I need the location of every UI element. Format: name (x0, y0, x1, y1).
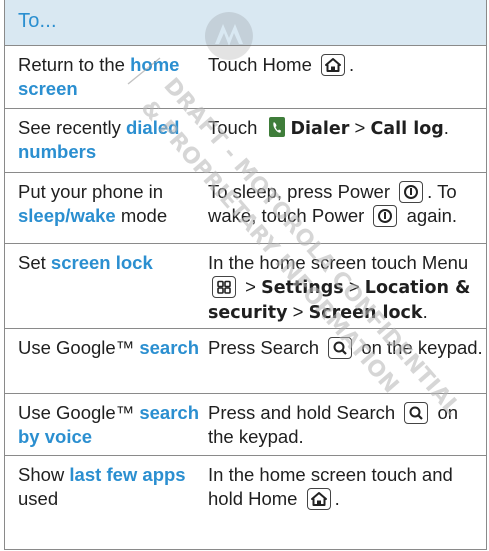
cell-text: . (443, 117, 449, 138)
feature-highlight: screen lock (50, 252, 153, 273)
cell-text: mode (115, 205, 168, 226)
instruction-cell: Press Search on the keypad. (208, 336, 484, 360)
power-key-icon (399, 181, 424, 203)
task-cell: Use Google™ search by voice (18, 401, 204, 449)
cell-text: Touch (208, 117, 263, 138)
instruction-cell: To sleep, press Power . To wake, touch P… (208, 180, 484, 228)
table-row: Return to the home screen Touch Home . (5, 45, 486, 109)
table-row: Set screen lock In the home screen touch … (5, 243, 486, 329)
task-cell: Put your phone in sleep/wake mode (18, 180, 204, 228)
cell-text: Show (18, 464, 70, 485)
cell-text: In the home screen touch Menu (208, 252, 469, 273)
table-row: Use Google™ search Press Search on the ke… (5, 328, 486, 394)
home-key-icon (306, 488, 331, 510)
cell-text: Press and hold Search (208, 402, 401, 423)
instruction-cell: Press and hold Search on the keypad. (208, 401, 484, 449)
menu-path-item: Call log (370, 119, 444, 139)
cell-text: Put your phone in (18, 181, 164, 202)
cell-text: on the keypad. (356, 337, 483, 358)
cell-text: Return to the (18, 54, 131, 75)
search-key-icon (404, 402, 429, 424)
instruction-cell: Touch Home . (208, 53, 484, 77)
feature-highlight: last few apps (69, 464, 186, 485)
table-header: To... (5, 0, 486, 46)
task-cell: Set screen lock (18, 251, 204, 275)
cell-text: To sleep, press Power (208, 181, 396, 202)
task-cell: Show last few apps used (18, 463, 204, 511)
dialer-app-icon (268, 117, 285, 137)
menu-path-item: Dialer (290, 119, 350, 139)
table-row: See recently dialed numbers Touch Dialer … (5, 108, 486, 173)
cell-text: > (343, 276, 365, 297)
feature-highlight: sleep/wake (18, 205, 116, 226)
task-cell: Use Google™ search (18, 336, 204, 360)
header-label: To... (18, 10, 57, 32)
cell-text: . (422, 301, 428, 322)
task-cell: Return to the home screen (18, 53, 204, 101)
search-key-icon (328, 337, 353, 359)
menu-key-icon (212, 276, 236, 298)
cell-text: Use Google™ (18, 402, 140, 423)
cell-text: Touch Home (208, 54, 317, 75)
home-key-icon (321, 54, 345, 76)
cell-text: Use Google™ (18, 337, 140, 358)
instruction-cell: In the home screen touch Menu > Settings… (208, 251, 484, 325)
task-cell: See recently dialed numbers (18, 116, 204, 164)
table-row: Put your phone in sleep/wake mode To slee… (5, 172, 486, 244)
power-key-icon (373, 205, 398, 227)
how-to-table: To... Return to the home screen Touch Hom… (4, 0, 487, 550)
cell-text: Set (18, 252, 51, 273)
cell-text: again. (401, 205, 457, 226)
cell-text: Press Search (208, 337, 325, 358)
cell-text: > (240, 276, 262, 297)
table-row: Use Google™ search by voice Press and hol… (5, 393, 486, 456)
cell-text: used (18, 488, 59, 509)
feature-highlight: search (139, 337, 199, 358)
cell-text: See recently (18, 117, 126, 138)
cell-text: > (287, 301, 309, 322)
menu-path-item: Screen lock (308, 303, 423, 323)
cell-text: . (349, 54, 355, 75)
cell-text: > (349, 117, 371, 138)
table-row: Show last few apps used In the home scree… (5, 455, 486, 549)
instruction-cell: In the home screen touch and hold Home . (208, 463, 484, 511)
menu-path-item: Settings (261, 278, 344, 298)
instruction-cell: Touch Dialer > Call log. (208, 116, 484, 141)
cell-text: . (334, 488, 340, 509)
